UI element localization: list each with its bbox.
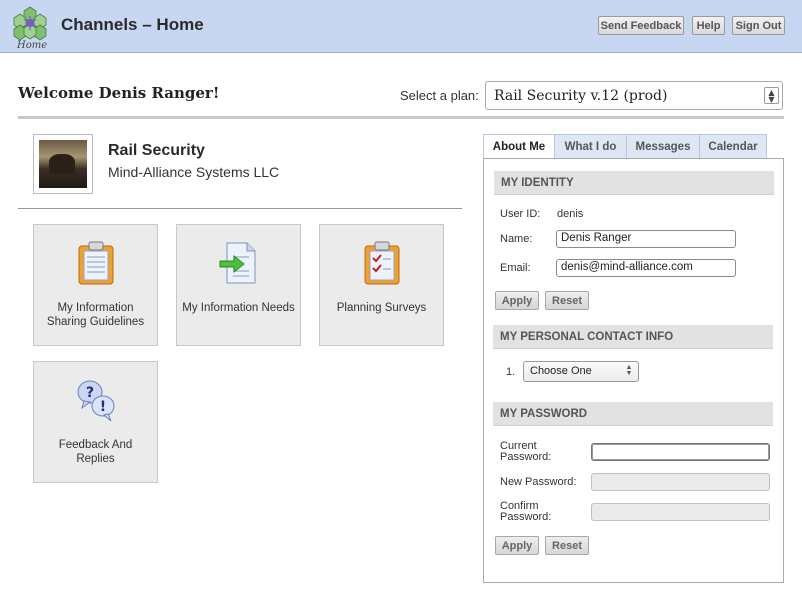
plan-organization: Mind-Alliance Systems LLC xyxy=(108,164,280,180)
password-apply-button[interactable]: Apply xyxy=(495,536,539,555)
current-password-field[interactable] xyxy=(591,443,770,461)
new-password-label: New Password: xyxy=(500,476,577,488)
tab-about-me[interactable]: About Me xyxy=(483,134,555,159)
app-header: Home Channels – Home Send Feedback Help … xyxy=(0,0,802,53)
send-feedback-button[interactable]: Send Feedback xyxy=(598,16,684,35)
select-arrows-icon: ▲ ▼ xyxy=(625,364,633,377)
section-heading-contact: MY PERSONAL CONTACT INFO xyxy=(493,325,773,349)
userid-label: User ID: xyxy=(500,208,541,220)
sign-out-button[interactable]: Sign Out xyxy=(732,16,785,35)
divider xyxy=(18,116,784,119)
new-password-field[interactable] xyxy=(591,473,770,491)
clipboard-checklist-icon xyxy=(364,241,400,285)
logo-label: Home xyxy=(17,40,48,51)
home-logo-icon[interactable] xyxy=(12,5,48,41)
tile-label: Planning Surveys xyxy=(336,302,427,314)
section-heading-identity: MY IDENTITY xyxy=(494,171,774,195)
tile-information-sharing-guidelines[interactable]: My Information Sharing Guidelines xyxy=(33,224,158,346)
tab-messages[interactable]: Messages xyxy=(626,134,700,159)
tile-information-needs[interactable]: My Information Needs xyxy=(176,224,301,346)
svg-text:!: ! xyxy=(100,399,106,415)
plan-name: Rail Security xyxy=(108,142,205,159)
svg-text:?: ? xyxy=(86,385,94,401)
help-button[interactable]: Help xyxy=(692,16,725,35)
name-label: Name: xyxy=(500,233,533,245)
current-password-label: Current Password: xyxy=(500,440,552,463)
tab-what-i-do[interactable]: What I do xyxy=(554,134,627,159)
section-heading-password: MY PASSWORD xyxy=(493,402,773,426)
contact-type-select[interactable]: Choose One ▲ ▼ xyxy=(523,361,639,382)
tile-feedback-and-replies[interactable]: ? ! Feedback And Replies xyxy=(33,361,158,483)
profile-tabs: About Me What I do Messages Calendar xyxy=(483,134,767,159)
email-label: Email: xyxy=(500,262,531,274)
password-reset-button[interactable]: Reset xyxy=(545,536,589,555)
identity-reset-button[interactable]: Reset xyxy=(545,291,589,310)
tab-calendar[interactable]: Calendar xyxy=(699,134,767,159)
confirm-password-field[interactable] xyxy=(591,503,770,521)
contact-index: 1. xyxy=(506,366,516,378)
userid-value: denis xyxy=(557,208,584,220)
tile-label: Feedback And Replies xyxy=(58,439,133,465)
divider xyxy=(18,208,462,209)
identity-apply-button[interactable]: Apply xyxy=(495,291,539,310)
document-import-icon xyxy=(219,242,256,284)
name-field[interactable]: Denis Ranger xyxy=(556,230,736,248)
tile-label: My Information Needs xyxy=(182,302,295,314)
app-title: Channels – Home xyxy=(61,15,204,34)
plan-select-label: Select a plan: xyxy=(400,88,479,103)
plan-select[interactable]: Rail Security v.12 (prod) ▲ ▼ xyxy=(485,81,783,110)
select-arrows-icon: ▲ ▼ xyxy=(764,87,779,104)
email-field[interactable]: denis@mind-alliance.com xyxy=(556,259,736,277)
plan-select-value: Rail Security v.12 (prod) xyxy=(494,88,668,104)
confirm-password-label: Confirm Password: xyxy=(500,500,552,523)
tile-label: My Information Sharing Guidelines xyxy=(46,302,145,328)
question-exclamation-bubbles-icon: ? ! xyxy=(77,380,115,422)
tile-planning-surveys[interactable]: Planning Surveys xyxy=(319,224,444,346)
welcome-message: Welcome Denis Ranger! xyxy=(18,84,220,102)
plan-image xyxy=(33,134,93,194)
clipboard-guidelines-icon xyxy=(78,241,114,285)
contact-select-value: Choose One xyxy=(530,365,592,377)
